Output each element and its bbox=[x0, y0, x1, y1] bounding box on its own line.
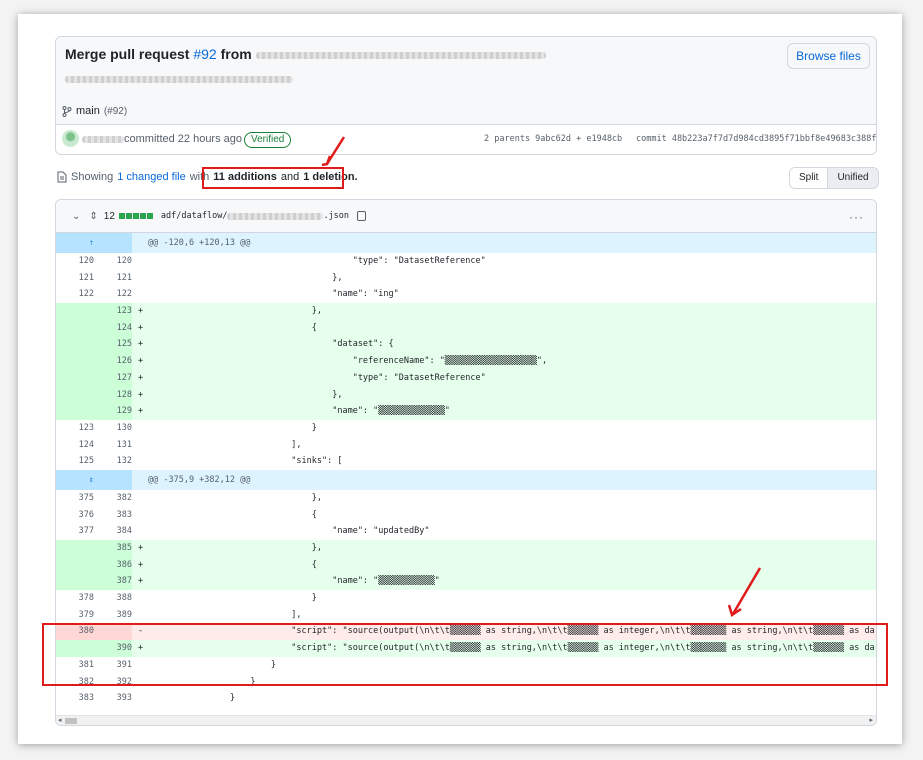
annotation-arrow-2 bbox=[731, 567, 762, 615]
annotation-box-script-change bbox=[42, 623, 888, 686]
annotation-box-summary bbox=[202, 167, 344, 189]
annotation-arrowhead-1 bbox=[321, 155, 332, 167]
